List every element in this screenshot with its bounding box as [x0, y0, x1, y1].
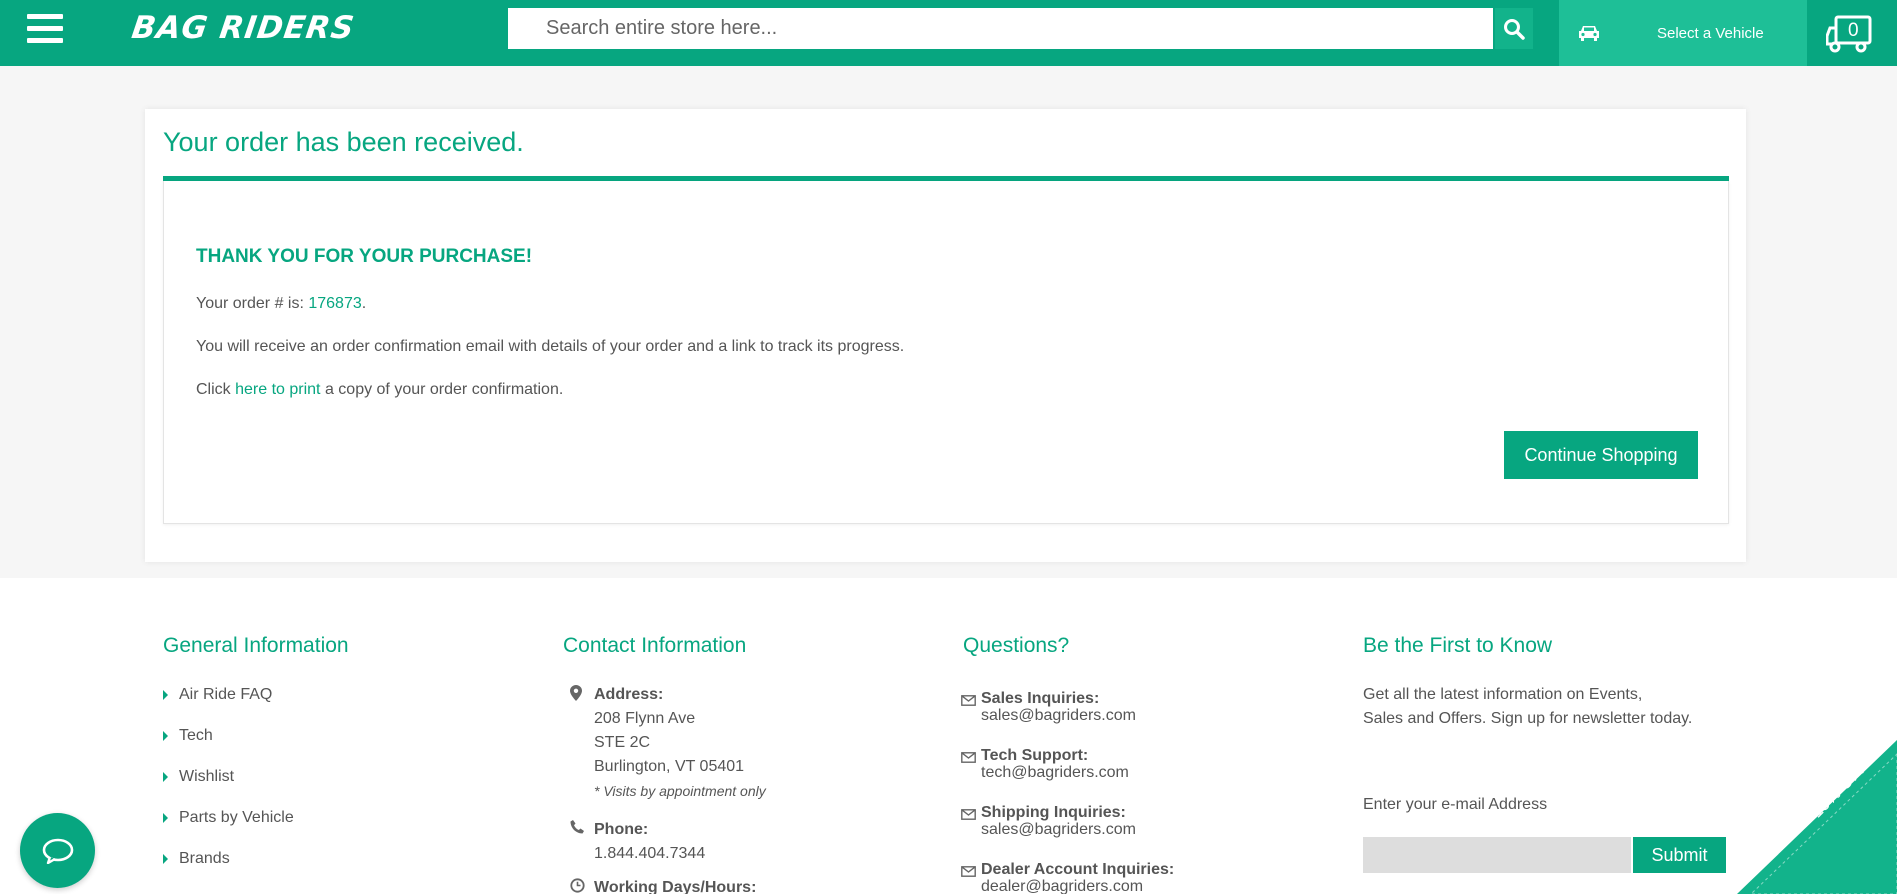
order-number-line: Your order # is: 176873.: [196, 295, 366, 313]
phone-icon: [570, 820, 584, 834]
footer-link-label: Tech: [179, 726, 213, 744]
print-prefix: Click: [196, 381, 236, 398]
footer-contact-title: Contact Information: [563, 634, 747, 657]
question-label: Dealer Account Inquiries:: [981, 861, 1175, 878]
question-email[interactable]: tech@bagriders.com: [981, 764, 1129, 781]
newsletter-email-input[interactable]: [1363, 837, 1631, 873]
chat-bubble-icon: [42, 838, 73, 864]
select-vehicle-button[interactable]: Select a Vehicle: [1559, 0, 1807, 66]
address-line-3: Burlington, VT 05401: [594, 758, 745, 775]
map-pin-icon: [570, 685, 582, 701]
envelope-icon: [961, 695, 976, 706]
contact-phone: Phone: 1.844.404.7344: [570, 818, 705, 866]
newsletter-line-2: Sales and Offers. Sign up for newsletter…: [1363, 710, 1693, 727]
site-footer: General Information Air Ride FAQ Tech Wi…: [0, 578, 1897, 894]
footer-link-wishlist[interactable]: Wishlist: [163, 756, 349, 797]
caret-right-icon: [163, 689, 168, 700]
address-line-2: STE 2C: [594, 734, 651, 751]
clock-icon: [570, 878, 585, 893]
footer-newsletter-column: Be the First to Know: [1363, 634, 1552, 658]
cart-button[interactable]: 0: [1825, 14, 1874, 54]
footer-link-label: Air Ride FAQ: [179, 685, 273, 703]
footer-contact-column: Contact Information: [563, 634, 746, 658]
address-label: Address:: [594, 686, 664, 703]
search-input[interactable]: [508, 8, 1493, 49]
order-number-prefix: Your order # is:: [196, 295, 309, 312]
search-bar: [508, 8, 1533, 49]
question-dealer: Dealer Account Inquiries: dealer@bagrider…: [961, 861, 1174, 894]
phone-label: Phone:: [594, 821, 649, 838]
caret-right-icon: [163, 730, 168, 741]
footer-link-label: Brands: [179, 849, 230, 867]
print-link[interactable]: here to print: [235, 381, 320, 398]
question-label: Tech Support:: [981, 747, 1089, 764]
footer-questions-column: Questions?: [963, 634, 1069, 658]
question-label: Sales Inquiries:: [981, 690, 1100, 707]
footer-link-brands[interactable]: Brands: [163, 838, 349, 879]
select-vehicle-label: Select a Vehicle: [1657, 24, 1764, 42]
continue-shopping-button[interactable]: Continue Shopping: [1504, 431, 1698, 479]
newsletter-submit-button[interactable]: Submit: [1633, 837, 1726, 873]
promo-corner-badge[interactable]: 15% OFF*: [1737, 740, 1897, 894]
print-line: Click here to print a copy of your order…: [196, 381, 563, 399]
footer-link-label: Wishlist: [179, 767, 235, 785]
question-email[interactable]: sales@bagriders.com: [981, 707, 1136, 724]
email-notice: You will receive an order confirmation e…: [196, 338, 905, 355]
question-shipping: Shipping Inquiries: sales@bagriders.com: [961, 804, 1136, 838]
caret-right-icon: [163, 812, 168, 823]
question-tech: Tech Support: tech@bagriders.com: [961, 747, 1129, 781]
footer-link-air-ride-faq[interactable]: Air Ride FAQ: [163, 674, 349, 715]
newsletter-description: Get all the latest information on Events…: [1363, 683, 1733, 731]
search-icon: [1504, 18, 1525, 40]
footer-questions-title: Questions?: [963, 634, 1070, 657]
envelope-icon: [961, 809, 976, 820]
site-logo[interactable]: BAG RIDERS: [129, 10, 356, 46]
contact-address: Address: 208 Flynn Ave STE 2C Burlington…: [570, 683, 766, 803]
search-button[interactable]: [1495, 8, 1533, 49]
caret-right-icon: [163, 771, 168, 782]
footer-newsletter-title: Be the First to Know: [1363, 634, 1553, 657]
footer-link-tech[interactable]: Tech: [163, 715, 349, 756]
footer-general-title: General Information: [163, 634, 349, 657]
newsletter-line-1: Get all the latest information on Events…: [1363, 686, 1643, 703]
footer-link-parts-by-vehicle[interactable]: Parts by Vehicle: [163, 797, 349, 838]
hours-label: Working Days/Hours:: [594, 879, 757, 894]
chat-button[interactable]: [20, 813, 95, 888]
order-details-box: THANK YOU FOR YOUR PURCHASE! Your order …: [163, 181, 1729, 524]
newsletter-email-label: Enter your e-mail Address: [1363, 796, 1548, 813]
thank-you-heading: THANK YOU FOR YOUR PURCHASE!: [196, 246, 533, 267]
footer-general-links: Air Ride FAQ Tech Wishlist Parts by Vehi…: [163, 674, 349, 879]
phone-number[interactable]: 1.844.404.7344: [594, 842, 705, 866]
footer-link-label: Parts by Vehicle: [179, 808, 294, 826]
order-success-card: Your order has been received. THANK YOU …: [145, 109, 1746, 562]
order-number-suffix: .: [361, 295, 367, 312]
print-suffix: a copy of your order confirmation.: [320, 381, 564, 398]
question-sales: Sales Inquiries: sales@bagriders.com: [961, 690, 1136, 724]
order-number-link[interactable]: 176873: [308, 295, 361, 312]
site-header: BAG RIDERS Select a Vehicle 0: [0, 0, 1897, 66]
page-title: Your order has been received.: [163, 127, 524, 157]
caret-right-icon: [163, 853, 168, 864]
cart-count: 0: [1848, 20, 1859, 41]
envelope-icon: [961, 866, 976, 877]
question-email[interactable]: dealer@bagriders.com: [981, 878, 1174, 894]
address-note: * Visits by appointment only: [594, 783, 766, 799]
menu-icon[interactable]: [27, 14, 63, 44]
footer-general-column: General Information Air Ride FAQ Tech Wi…: [163, 634, 349, 879]
contact-hours: Working Days/Hours:: [570, 876, 756, 894]
question-label: Shipping Inquiries:: [981, 804, 1126, 821]
address-line-1: 208 Flynn Ave: [594, 710, 696, 727]
envelope-icon: [961, 752, 976, 763]
car-icon: [1579, 26, 1599, 41]
question-email[interactable]: sales@bagriders.com: [981, 821, 1136, 838]
